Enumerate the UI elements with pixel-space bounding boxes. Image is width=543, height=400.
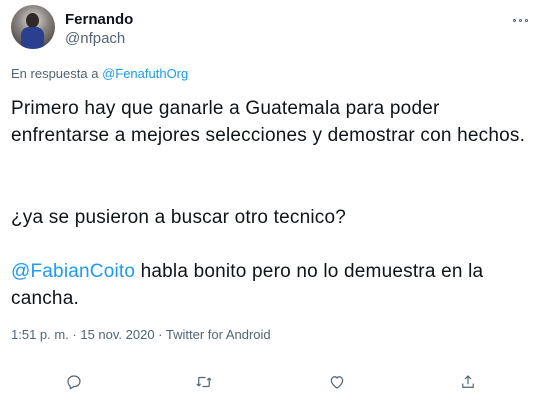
heart-icon xyxy=(330,376,344,389)
mention-link[interactable]: @FabianCoito xyxy=(11,261,135,282)
reply-prefix: En respuesta a xyxy=(11,66,103,81)
like-button[interactable] xyxy=(324,369,350,395)
tweet-paragraph: @FabianCoito habla bonito pero no lo dem… xyxy=(11,258,533,312)
retweet-icon xyxy=(196,376,212,388)
avatar[interactable] xyxy=(11,5,55,49)
avatar-head xyxy=(26,13,39,28)
tweet-metadata[interactable]: 1:51 p. m. · 15 nov. 2020 · Twitter for … xyxy=(11,327,271,343)
more-dot xyxy=(513,18,516,22)
reply-context: En respuesta a @FenafuthOrg xyxy=(11,66,188,82)
reply-mention-link[interactable]: @FenafuthOrg xyxy=(102,66,188,81)
tweet-paragraph: ¿ya se pusieron a buscar otro tecnico? xyxy=(11,207,346,228)
share-button[interactable] xyxy=(455,369,481,395)
retweet-button[interactable] xyxy=(191,369,217,395)
more-horizontal-icon[interactable] xyxy=(513,17,533,23)
reply-button[interactable] xyxy=(61,369,87,395)
action-bar xyxy=(0,369,543,395)
author-name[interactable]: Fernando xyxy=(65,11,133,29)
reply-icon xyxy=(67,375,81,390)
share-icon xyxy=(462,375,474,388)
tweet-paragraph: Primero hay que ganarle a Guatemala para… xyxy=(11,98,526,146)
author-handle[interactable]: @nfpach xyxy=(65,30,125,48)
more-dot xyxy=(525,18,528,22)
avatar-body xyxy=(21,27,44,49)
more-dot xyxy=(519,18,522,22)
